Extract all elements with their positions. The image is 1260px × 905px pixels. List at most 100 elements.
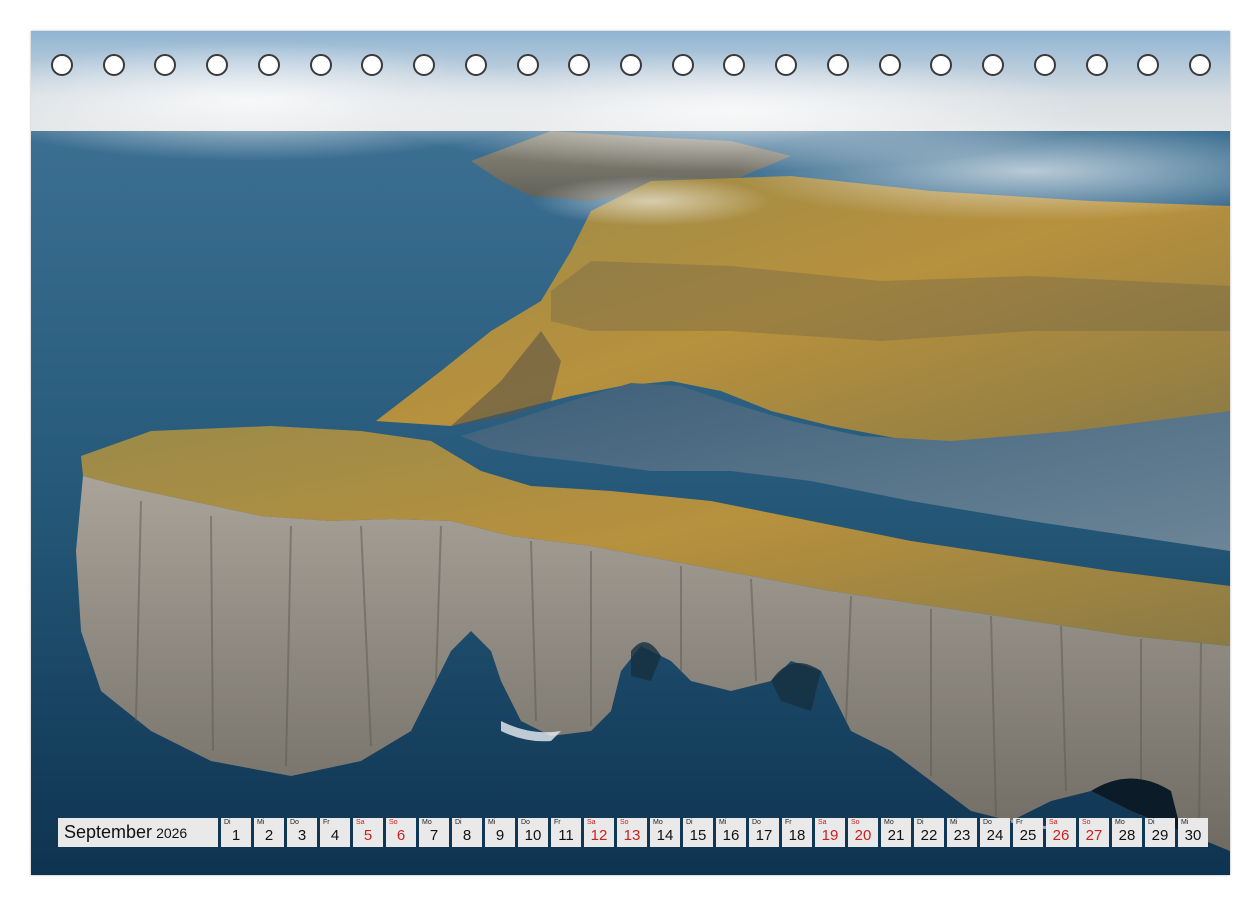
weekday-label: Mi: [1181, 819, 1189, 826]
day-cell: Sa 5: [353, 818, 383, 847]
weekday-label: Do: [752, 819, 761, 826]
day-cell: So 20: [848, 818, 878, 847]
binding-holes: [51, 54, 1211, 80]
day-number: 7: [429, 827, 439, 844]
day-number: 16: [722, 827, 740, 844]
weekday-label: Mo: [422, 819, 432, 826]
day-number: 12: [590, 827, 608, 844]
day-number: 30: [1184, 827, 1202, 844]
day-number: 17: [755, 827, 773, 844]
weekday-label: Di: [224, 819, 231, 826]
day-cell: Mi 16: [716, 818, 746, 847]
day-number: 27: [1085, 827, 1103, 844]
binding-hole: [982, 54, 1004, 76]
weekday-label: Do: [521, 819, 530, 826]
day-number: 20: [854, 827, 872, 844]
weekday-label: Fr: [785, 819, 792, 826]
day-cell: So 6: [386, 818, 416, 847]
binding-hole: [413, 54, 435, 76]
day-cell: Di 29: [1145, 818, 1175, 847]
binding-hole: [1034, 54, 1056, 76]
day-cell: Sa 26: [1046, 818, 1076, 847]
weekday-label: Fr: [554, 819, 561, 826]
weekday-label: Mo: [884, 819, 894, 826]
weekday-label: Mi: [950, 819, 958, 826]
day-cell: Mi 23: [947, 818, 977, 847]
day-cell: Do 24: [980, 818, 1010, 847]
calendar-page: September 2026 Di 1 Mi 2 Do 3 Fr 4 Sa 5 So 6 Mo 7 Di 8 M…: [0, 0, 1260, 905]
day-cell: Mi 2: [254, 818, 284, 847]
weekday-label: Do: [290, 819, 299, 826]
day-cell: Di 1: [221, 818, 251, 847]
weekday-label: Di: [455, 819, 462, 826]
weekday-label: Mi: [257, 819, 265, 826]
day-number: 14: [656, 827, 674, 844]
binding-hole: [361, 54, 383, 76]
day-number: 22: [920, 827, 938, 844]
day-cell: Mi 30: [1178, 818, 1208, 847]
day-number: 6: [396, 827, 406, 844]
day-number: 23: [953, 827, 971, 844]
day-number: 5: [363, 827, 373, 844]
month-label: September 2026: [58, 818, 218, 847]
day-number: 25: [1019, 827, 1037, 844]
binding-hole: [723, 54, 745, 76]
day-number: 2: [264, 827, 274, 844]
day-number: 8: [462, 827, 472, 844]
weekday-label: Fr: [323, 819, 330, 826]
weekday-label: So: [1082, 819, 1091, 826]
weekday-label: So: [851, 819, 860, 826]
weekday-label: Di: [686, 819, 693, 826]
weekday-label: Mo: [653, 819, 663, 826]
binding-hole: [1137, 54, 1159, 76]
day-number: 13: [623, 827, 641, 844]
binding-hole: [672, 54, 694, 76]
binding-hole: [154, 54, 176, 76]
binding-hole: [310, 54, 332, 76]
weekday-label: Sa: [1049, 819, 1058, 826]
day-number: 21: [887, 827, 905, 844]
binding-hole: [1189, 54, 1211, 76]
day-cell: Sa 19: [815, 818, 845, 847]
day-cell: Do 3: [287, 818, 317, 847]
binding-hole: [103, 54, 125, 76]
day-cell: Di 15: [683, 818, 713, 847]
weekday-label: Sa: [587, 819, 596, 826]
binding-hole: [1086, 54, 1108, 76]
day-number: 26: [1052, 827, 1070, 844]
day-cell: Do 17: [749, 818, 779, 847]
month-name: September: [64, 822, 153, 842]
weekday-label: Mi: [719, 819, 727, 826]
cliff-scene: [31, 31, 1230, 875]
binding-hole: [258, 54, 280, 76]
day-number: 9: [495, 827, 505, 844]
weekday-label: Mi: [488, 819, 496, 826]
day-cell: Sa 12: [584, 818, 614, 847]
calendar-strip: September 2026 Di 1 Mi 2 Do 3 Fr 4 Sa 5 So 6 Mo 7 Di 8 M…: [58, 818, 1208, 847]
day-number: 28: [1118, 827, 1136, 844]
day-number: 11: [558, 827, 574, 844]
weekday-label: Sa: [356, 819, 365, 826]
weekday-label: Di: [917, 819, 924, 826]
weekday-label: Do: [983, 819, 992, 826]
month-year: 2026: [156, 824, 188, 841]
binding-hole: [465, 54, 487, 76]
binding-hole: [620, 54, 642, 76]
weekday-label: Mo: [1115, 819, 1125, 826]
day-cell: Fr 18: [782, 818, 812, 847]
day-cell: Fr 11: [551, 818, 581, 847]
binding-hole: [51, 54, 73, 76]
binding-hole: [879, 54, 901, 76]
binding-hole: [775, 54, 797, 76]
binding-hole: [827, 54, 849, 76]
binding-hole: [930, 54, 952, 76]
binding-hole: [206, 54, 228, 76]
day-number: 10: [524, 827, 542, 844]
day-cell: So 13: [617, 818, 647, 847]
landscape-photo: [31, 31, 1230, 875]
binding-hole: [568, 54, 590, 76]
day-cell: Mo 14: [650, 818, 680, 847]
day-number: 15: [689, 827, 707, 844]
weekday-label: So: [620, 819, 629, 826]
day-number: 18: [788, 827, 806, 844]
